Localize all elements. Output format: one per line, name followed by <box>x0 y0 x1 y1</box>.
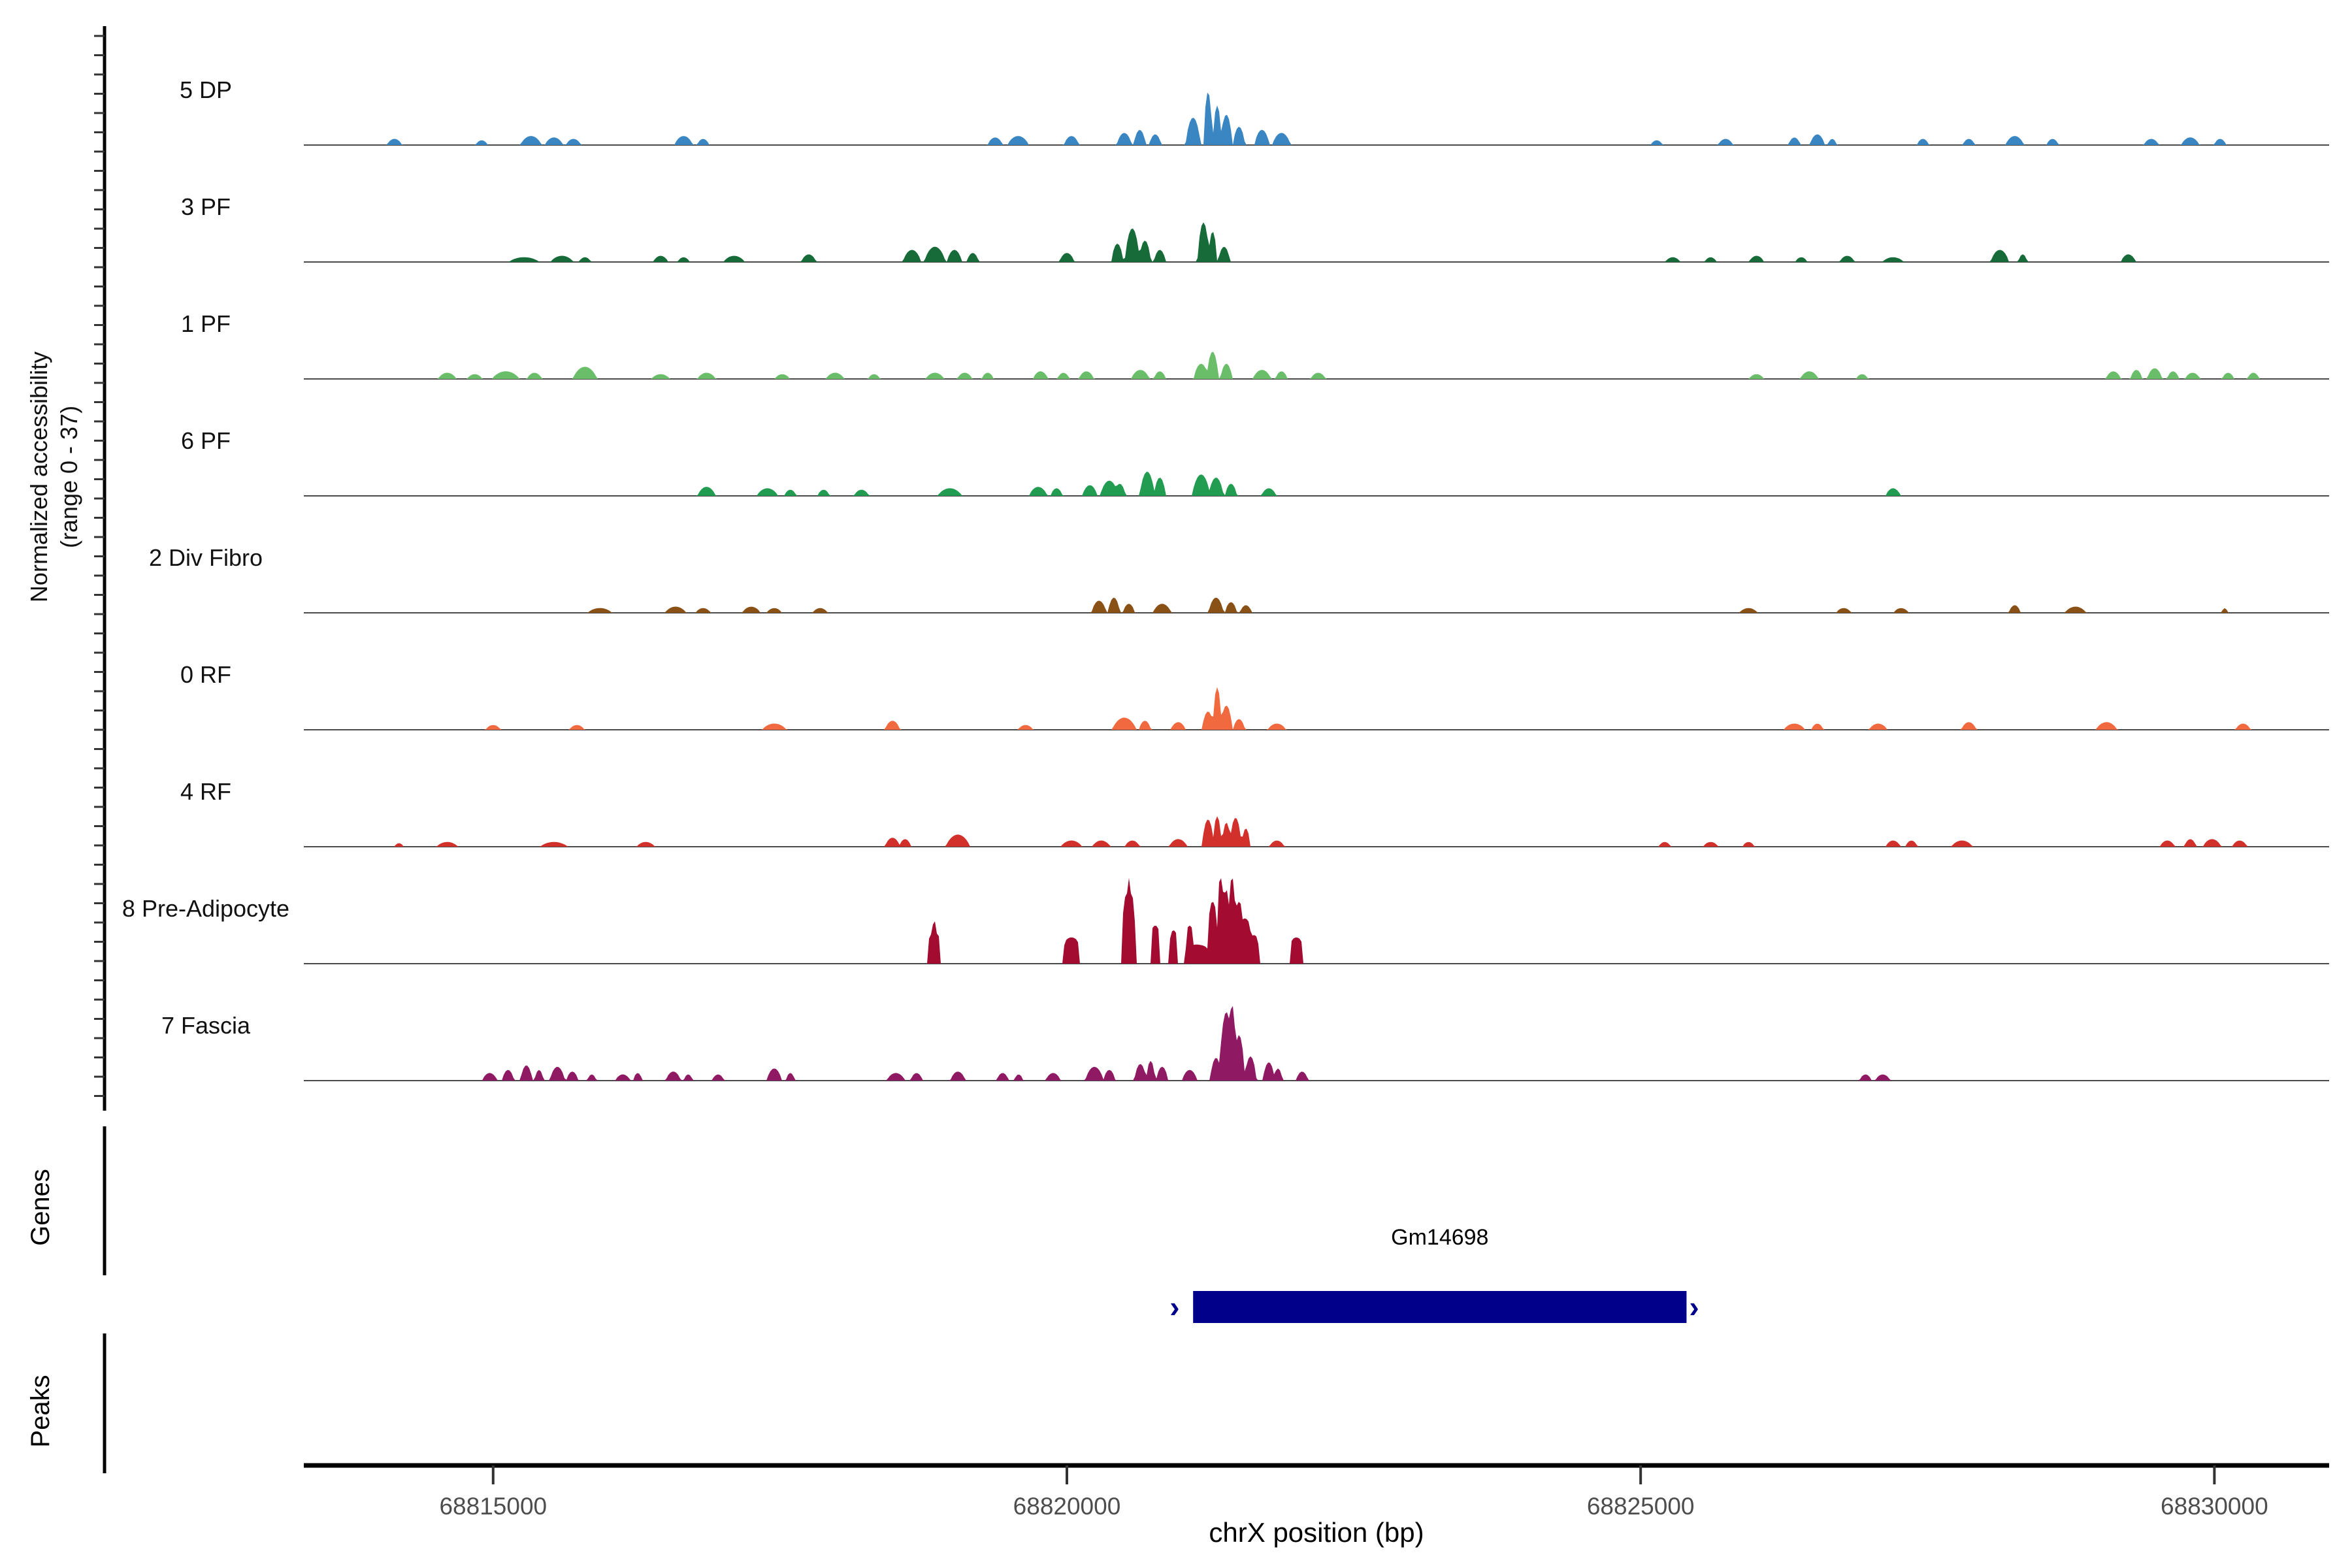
track-signal-5-dp <box>304 93 2329 145</box>
gene-strand-arrow-icon: › <box>1169 1290 1179 1324</box>
track-signal-7-fascia <box>304 1006 2329 1081</box>
gene-body <box>1193 1291 1686 1323</box>
genome-browser-chart: Normalized accessibility (range 0 - 37) … <box>0 0 2352 1568</box>
track-signal-1-pf <box>304 351 2329 379</box>
x-axis-tick-label: 68820000 <box>1013 1493 1121 1520</box>
x-axis-tick-label: 68825000 <box>1587 1493 1695 1520</box>
track-signal-3-pf <box>304 222 2329 262</box>
track-label: 4 RF <box>180 778 231 805</box>
track-signal-0-rf <box>304 687 2329 730</box>
gene-strand-arrow-icon: › <box>1689 1290 1699 1324</box>
track-label: 6 PF <box>181 427 231 454</box>
track-label: 0 RF <box>180 661 231 688</box>
track-label: 2 Div Fibro <box>149 544 263 571</box>
accessibility-tracks: 5 DP 3 PF 1 PF 6 PF 2 Div Fibro 0 RF 4 RF 8 Pre… <box>122 76 2329 1081</box>
peaks-section-label: Peaks <box>26 1375 55 1447</box>
track-label: 8 Pre-Adipocyte <box>122 895 289 922</box>
x-axis-tick-label: 68830000 <box>2161 1493 2268 1520</box>
track-label: 3 PF <box>181 193 231 220</box>
y-axis-label-line2: (range 0 - 37) <box>56 406 82 548</box>
track-signal-4-rf <box>304 816 2329 847</box>
x-axis-tick-label: 68815000 <box>439 1493 547 1520</box>
x-axis-ticks: 68815000 68820000 68825000 68830000 <box>439 1465 2268 1520</box>
gene-track: Gm14698 › › <box>1169 1225 1699 1324</box>
genome-browser-page: Normalized accessibility (range 0 - 37) … <box>0 0 2352 1568</box>
track-label: 7 Fascia <box>161 1012 251 1039</box>
track-signal-8-pre-adipocyte <box>304 878 2329 964</box>
track-signal-2-div-fibro <box>304 598 2329 613</box>
track-label: 5 DP <box>180 76 232 103</box>
track-signal-6-pf <box>304 472 2329 496</box>
track-label: 1 PF <box>181 310 231 337</box>
gene-name-label: Gm14698 <box>1391 1225 1488 1250</box>
y-axis-label-line1: Normalized accessibility <box>25 351 52 602</box>
genes-section-label: Genes <box>26 1169 55 1246</box>
x-axis-title: chrX position (bp) <box>1209 1517 1424 1548</box>
